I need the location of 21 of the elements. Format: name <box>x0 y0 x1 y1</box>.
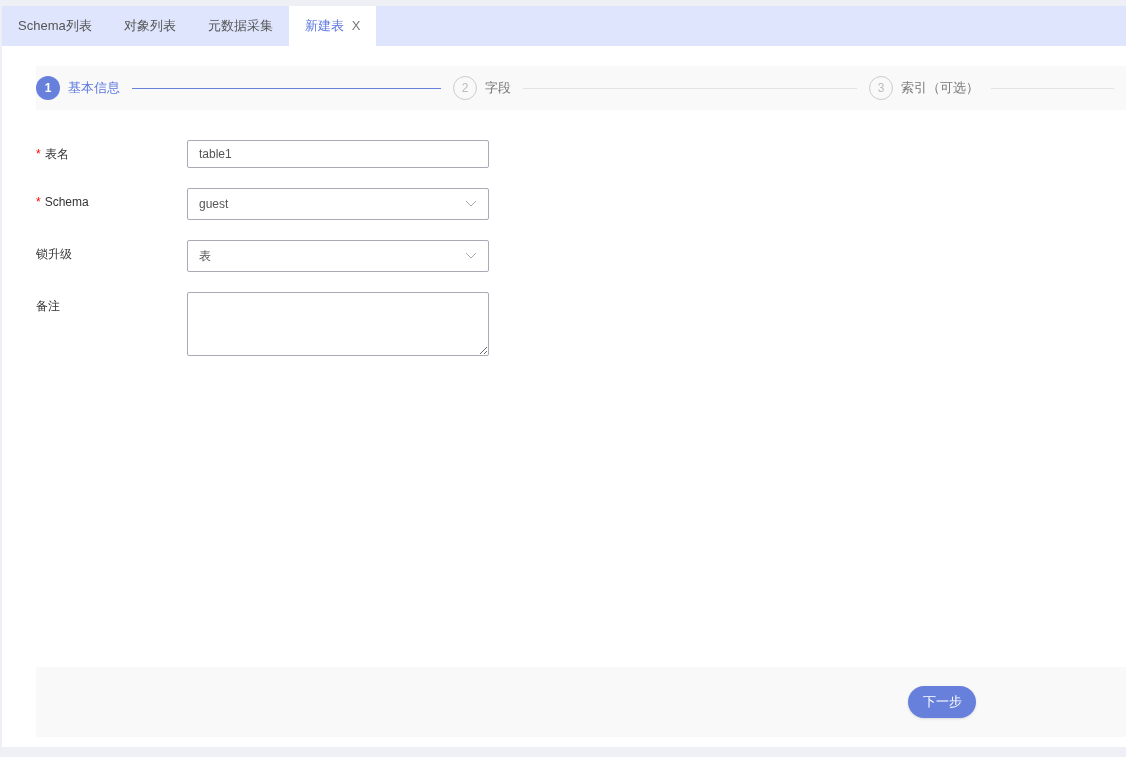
field-label: 表名 <box>44 146 69 163</box>
textarea-field[interactable] <box>187 292 489 356</box>
close-button[interactable]: X <box>351 16 361 36</box>
tab[interactable]: 新建表 <box>304 16 344 36</box>
field-label: Schema <box>44 194 89 211</box>
field-label: 锁升级 <box>36 246 72 263</box>
step-label: 字段 <box>485 79 511 98</box>
text-field[interactable]: table1 <box>187 140 489 168</box>
field-label: 备注 <box>36 298 60 315</box>
chevron-down-icon <box>465 252 477 260</box>
select-field[interactable]: 表 <box>187 240 489 272</box>
chevron-down-icon <box>465 200 477 208</box>
tab[interactable]: Schema列表 <box>18 16 92 36</box>
next-button[interactable]: 下一步 <box>908 686 976 718</box>
required-mark: * <box>36 146 41 163</box>
required-mark: * <box>36 194 41 211</box>
step-label: 索引（可选） <box>901 79 979 98</box>
tab[interactable]: 对象列表 <box>123 16 176 36</box>
step-label: 基本信息 <box>68 79 120 98</box>
select-field[interactable]: guest <box>187 188 489 220</box>
tab[interactable]: 元数据采集 <box>207 16 273 36</box>
